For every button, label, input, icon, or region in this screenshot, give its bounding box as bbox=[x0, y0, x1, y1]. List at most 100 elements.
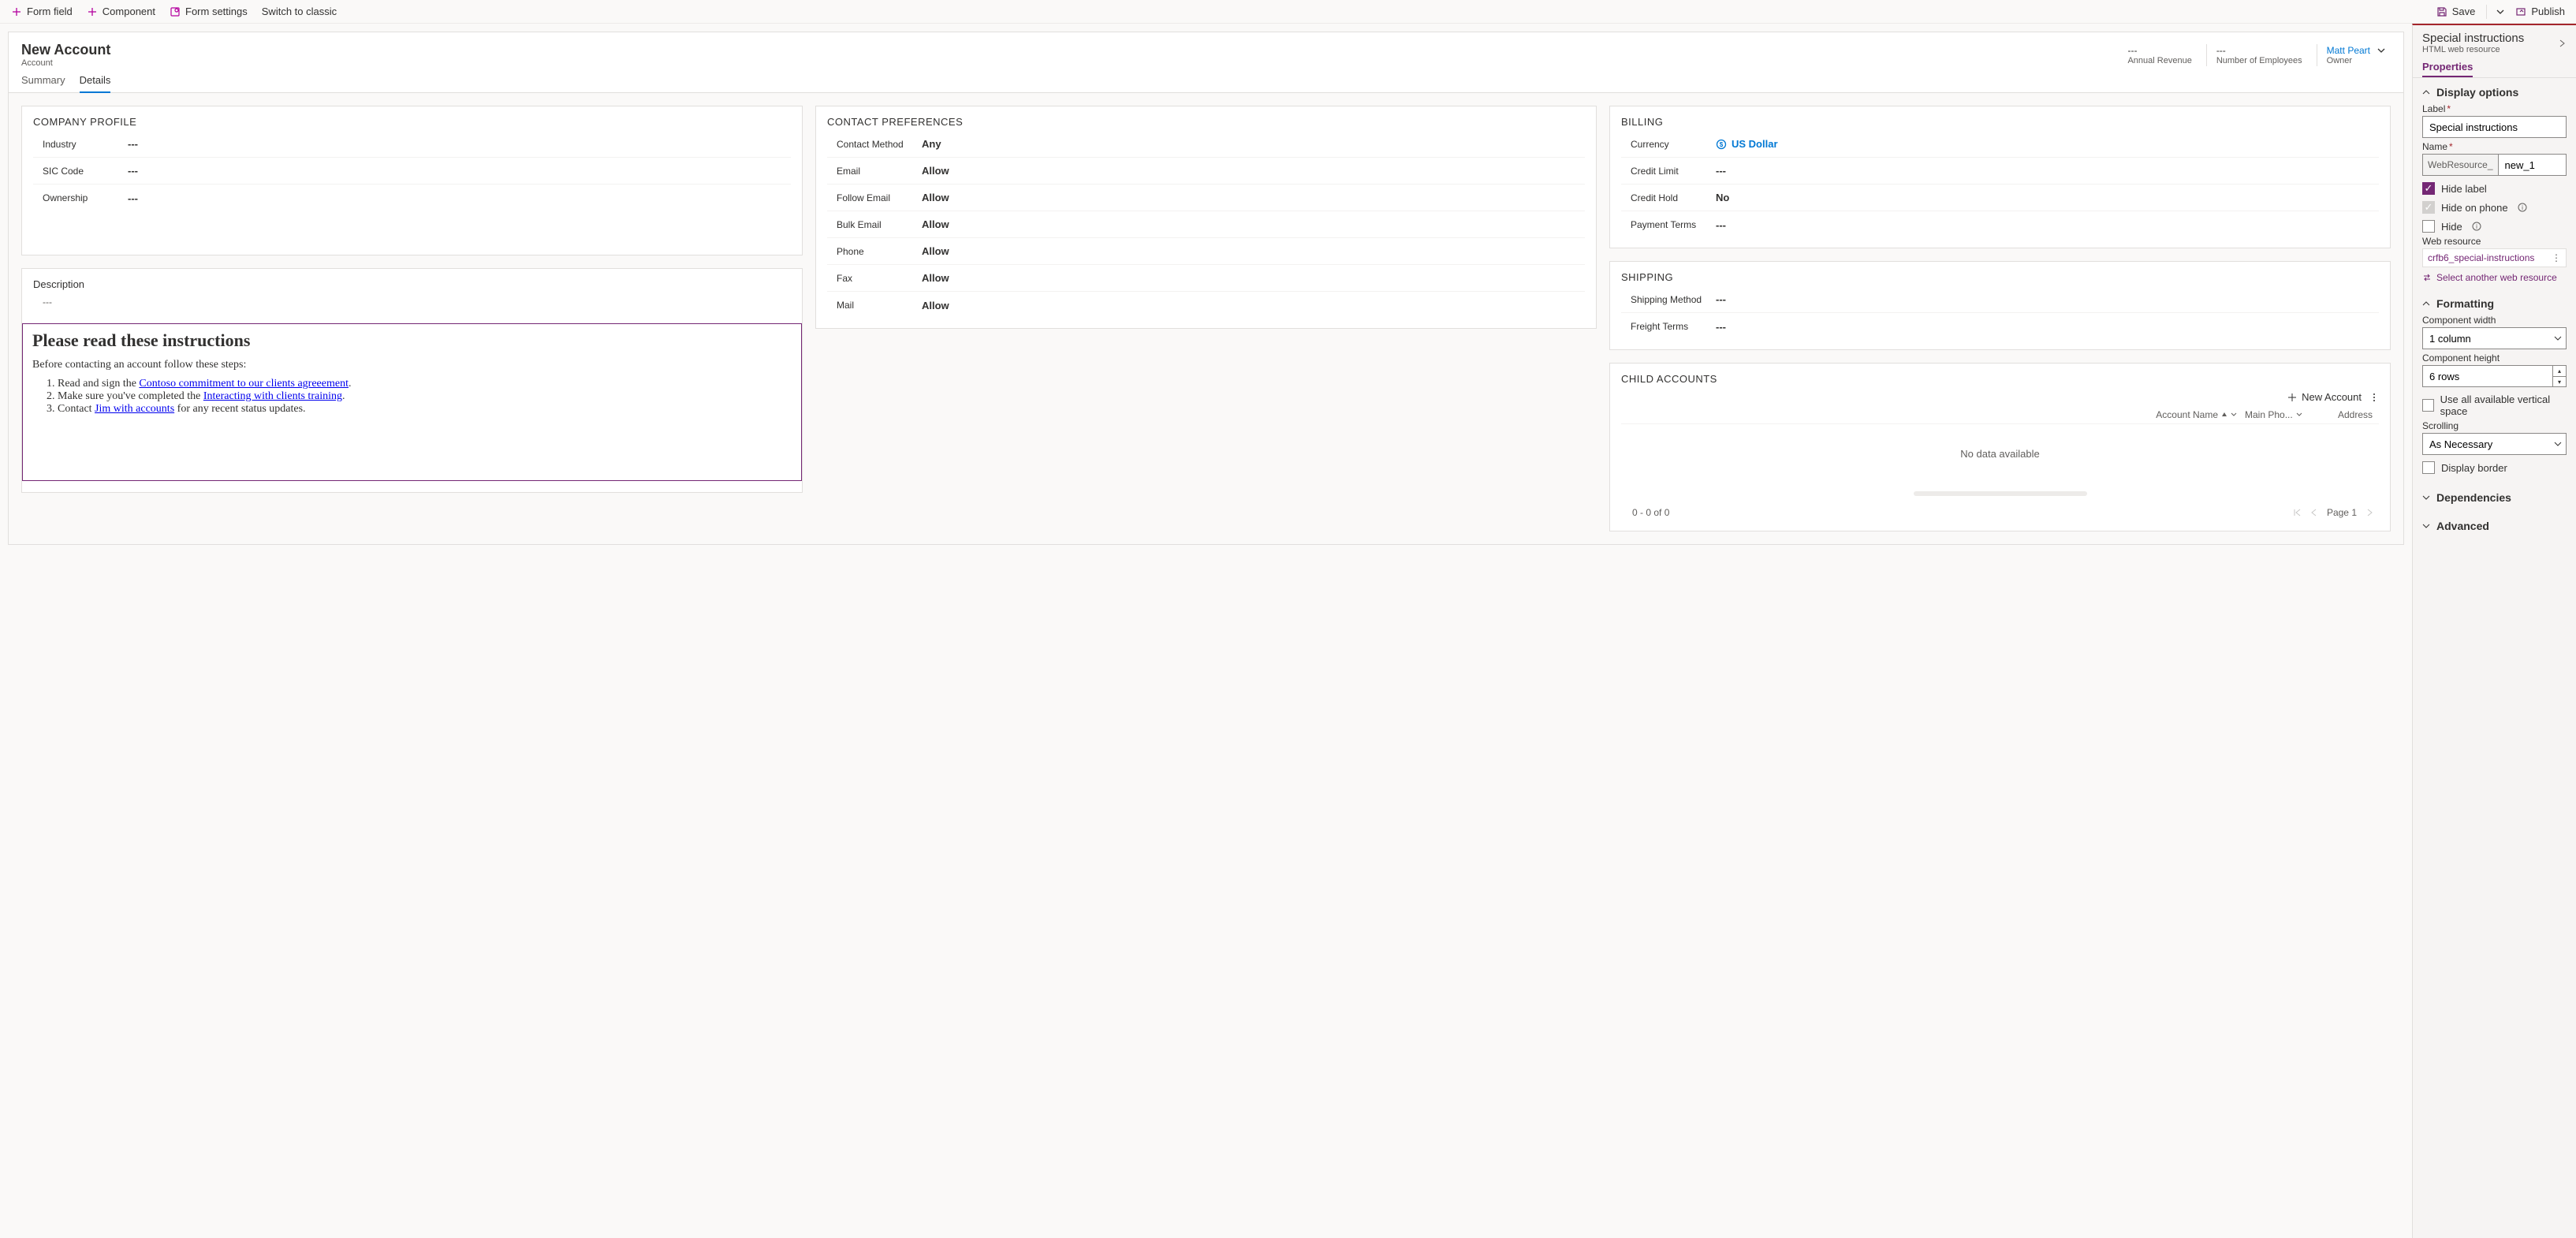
form-settings-label: Form settings bbox=[185, 6, 248, 17]
link-jim-accounts[interactable]: Jim with accounts bbox=[95, 403, 174, 415]
toolbar-divider bbox=[2486, 5, 2487, 19]
scrolling-select[interactable]: As Necessary bbox=[2422, 433, 2567, 455]
field-bulk-email[interactable]: Bulk Email Allow bbox=[827, 211, 1585, 238]
section-child-accounts[interactable]: CHILD ACCOUNTS New Account bbox=[1609, 363, 2391, 531]
comp-width-select[interactable]: 1 column bbox=[2422, 327, 2567, 349]
field-payment-terms[interactable]: Payment Terms --- bbox=[1621, 211, 2379, 238]
info-icon[interactable]: i bbox=[2518, 203, 2527, 212]
grid-header-row: Account Name Main Pho... Address bbox=[1621, 406, 2379, 424]
plus-icon bbox=[2287, 393, 2297, 402]
grid-scrollbar[interactable] bbox=[1914, 491, 2087, 496]
chevron-up-icon bbox=[2422, 300, 2430, 308]
select-another-resource-link[interactable]: Select another web resource bbox=[2422, 272, 2567, 283]
header-stat-owner[interactable]: Matt Peart Owner bbox=[2327, 45, 2391, 65]
form-settings-button[interactable]: Form settings bbox=[165, 4, 252, 19]
pager-next-button[interactable] bbox=[2365, 508, 2374, 517]
save-dropdown-button[interactable] bbox=[2493, 5, 2507, 19]
grid-overflow-button[interactable] bbox=[2369, 393, 2379, 402]
switch-classic-label: Switch to classic bbox=[262, 6, 337, 17]
add-form-field-button[interactable]: Form field bbox=[6, 4, 77, 19]
form-canvas: New Account Account --- Annual Revenue -… bbox=[8, 32, 2404, 545]
field-credit-limit[interactable]: Credit Limit --- bbox=[1621, 158, 2379, 185]
field-currency[interactable]: Currency $ US Dollar bbox=[1621, 131, 2379, 158]
grid-pager: 0 - 0 of 0 Page 1 bbox=[1621, 504, 2379, 521]
panel-collapse-button[interactable] bbox=[2557, 39, 2567, 48]
comp-height-caption: Component height bbox=[2422, 352, 2567, 364]
web-resource-link[interactable]: crfb6_special-instructions ⋮ bbox=[2422, 248, 2567, 267]
grid-col-address[interactable]: Address bbox=[2316, 409, 2379, 420]
panel-tab-properties[interactable]: Properties bbox=[2422, 61, 2473, 77]
save-button[interactable]: Save bbox=[2432, 4, 2481, 19]
switch-classic-button[interactable]: Switch to classic bbox=[257, 4, 341, 19]
pager-first-button[interactable] bbox=[2292, 508, 2302, 517]
label-input[interactable] bbox=[2422, 116, 2567, 138]
field-contact-method[interactable]: Contact Method Any bbox=[827, 131, 1585, 158]
add-component-button[interactable]: Component bbox=[82, 4, 160, 19]
add-component-label: Component bbox=[103, 6, 155, 17]
settings-icon bbox=[170, 6, 181, 17]
field-shipping-method[interactable]: Shipping Method --- bbox=[1621, 286, 2379, 313]
comp-height-input[interactable] bbox=[2422, 365, 2552, 387]
header-stat-employees[interactable]: --- Number of Employees bbox=[2216, 45, 2307, 65]
tab-summary[interactable]: Summary bbox=[21, 74, 65, 92]
use-vspace-checkbox[interactable]: Use all available vertical space bbox=[2422, 393, 2567, 417]
grid-col-main-phone[interactable]: Main Pho... bbox=[2245, 409, 2316, 420]
link-client-training[interactable]: Interacting with clients training bbox=[203, 390, 342, 402]
field-ownership[interactable]: Ownership --- bbox=[33, 185, 791, 211]
swap-icon bbox=[2422, 273, 2432, 282]
spinner-up-button[interactable]: ▴ bbox=[2552, 365, 2567, 376]
webresource-step: Read and sign the Contoso commitment to … bbox=[58, 378, 792, 390]
chevron-down-icon bbox=[2296, 412, 2302, 418]
field-follow-email[interactable]: Follow Email Allow bbox=[827, 185, 1585, 211]
chevron-down-icon bbox=[2422, 494, 2430, 502]
editor-toolbar: Form field Component Form settings Switc… bbox=[0, 0, 2576, 24]
info-icon[interactable]: i bbox=[2472, 222, 2481, 231]
webresource-special-instructions[interactable]: Please read these instructions Before co… bbox=[22, 323, 802, 481]
group-advanced[interactable]: Advanced bbox=[2422, 518, 2567, 534]
group-formatting[interactable]: Formatting bbox=[2422, 296, 2567, 311]
hide-label-checkbox[interactable]: ✓ Hide label bbox=[2422, 182, 2567, 195]
grid-col-account-name[interactable]: Account Name bbox=[1621, 409, 2245, 420]
section-contact-preferences[interactable]: CONTACT PREFERENCES Contact Method Any E… bbox=[815, 106, 1597, 329]
group-display-options[interactable]: Display options bbox=[2422, 84, 2567, 100]
field-phone[interactable]: Phone Allow bbox=[827, 238, 1585, 265]
section-description[interactable]: Description --- Please read these instru… bbox=[21, 268, 803, 493]
page-title: New Account bbox=[21, 42, 110, 58]
name-input[interactable] bbox=[2498, 154, 2567, 176]
section-billing[interactable]: BILLING Currency $ US Dollar Credit bbox=[1609, 106, 2391, 248]
chevron-down-icon bbox=[2422, 522, 2430, 530]
field-mail[interactable]: Mail Allow bbox=[827, 292, 1585, 319]
section-company-profile[interactable]: COMPANY PROFILE Industry --- SIC Code --… bbox=[21, 106, 803, 255]
pager-prev-button[interactable] bbox=[2309, 508, 2319, 517]
webresource-intro: Before contacting an account follow thes… bbox=[32, 359, 792, 371]
field-fax[interactable]: Fax Allow bbox=[827, 265, 1585, 292]
field-industry[interactable]: Industry --- bbox=[33, 131, 791, 158]
display-border-checkbox[interactable]: Display border bbox=[2422, 461, 2567, 474]
link-contoso-commitment[interactable]: Contoso commitment to our clients agreee… bbox=[139, 378, 349, 390]
currency-value: US Dollar bbox=[1732, 138, 1778, 150]
entity-name: Account bbox=[21, 58, 110, 68]
field-credit-hold[interactable]: Credit Hold No bbox=[1621, 185, 2379, 211]
section-shipping[interactable]: SHIPPING Shipping Method --- Freight Ter… bbox=[1609, 261, 2391, 350]
hide-checkbox[interactable]: Hide i bbox=[2422, 220, 2567, 233]
header-divider bbox=[2206, 44, 2207, 66]
spinner-down-button[interactable]: ▾ bbox=[2552, 376, 2567, 387]
hide-phone-checkbox[interactable]: ✓ Hide on phone i bbox=[2422, 201, 2567, 214]
new-account-button[interactable]: New Account bbox=[2287, 391, 2362, 403]
field-email[interactable]: Email Allow bbox=[827, 158, 1585, 185]
field-freight-terms[interactable]: Freight Terms --- bbox=[1621, 313, 2379, 340]
form-header[interactable]: New Account Account --- Annual Revenue -… bbox=[9, 32, 2403, 68]
more-icon[interactable]: ⋮ bbox=[2552, 252, 2561, 263]
add-form-field-label: Form field bbox=[27, 6, 73, 17]
chevron-down-icon[interactable] bbox=[2377, 46, 2386, 55]
field-sic-code[interactable]: SIC Code --- bbox=[33, 158, 791, 185]
group-dependencies[interactable]: Dependencies bbox=[2422, 490, 2567, 505]
tab-details[interactable]: Details bbox=[80, 74, 111, 92]
publish-button[interactable]: Publish bbox=[2511, 4, 2570, 19]
webresource-heading: Please read these instructions bbox=[32, 330, 792, 351]
pager-page-label: Page 1 bbox=[2327, 507, 2357, 518]
form-tabs: Summary Details bbox=[9, 68, 2403, 93]
property-panel: Special instructions HTML web resource P… bbox=[2412, 24, 2576, 1238]
header-stat-revenue[interactable]: --- Annual Revenue bbox=[2127, 45, 2196, 65]
checkbox-icon: ✓ bbox=[2422, 201, 2435, 214]
